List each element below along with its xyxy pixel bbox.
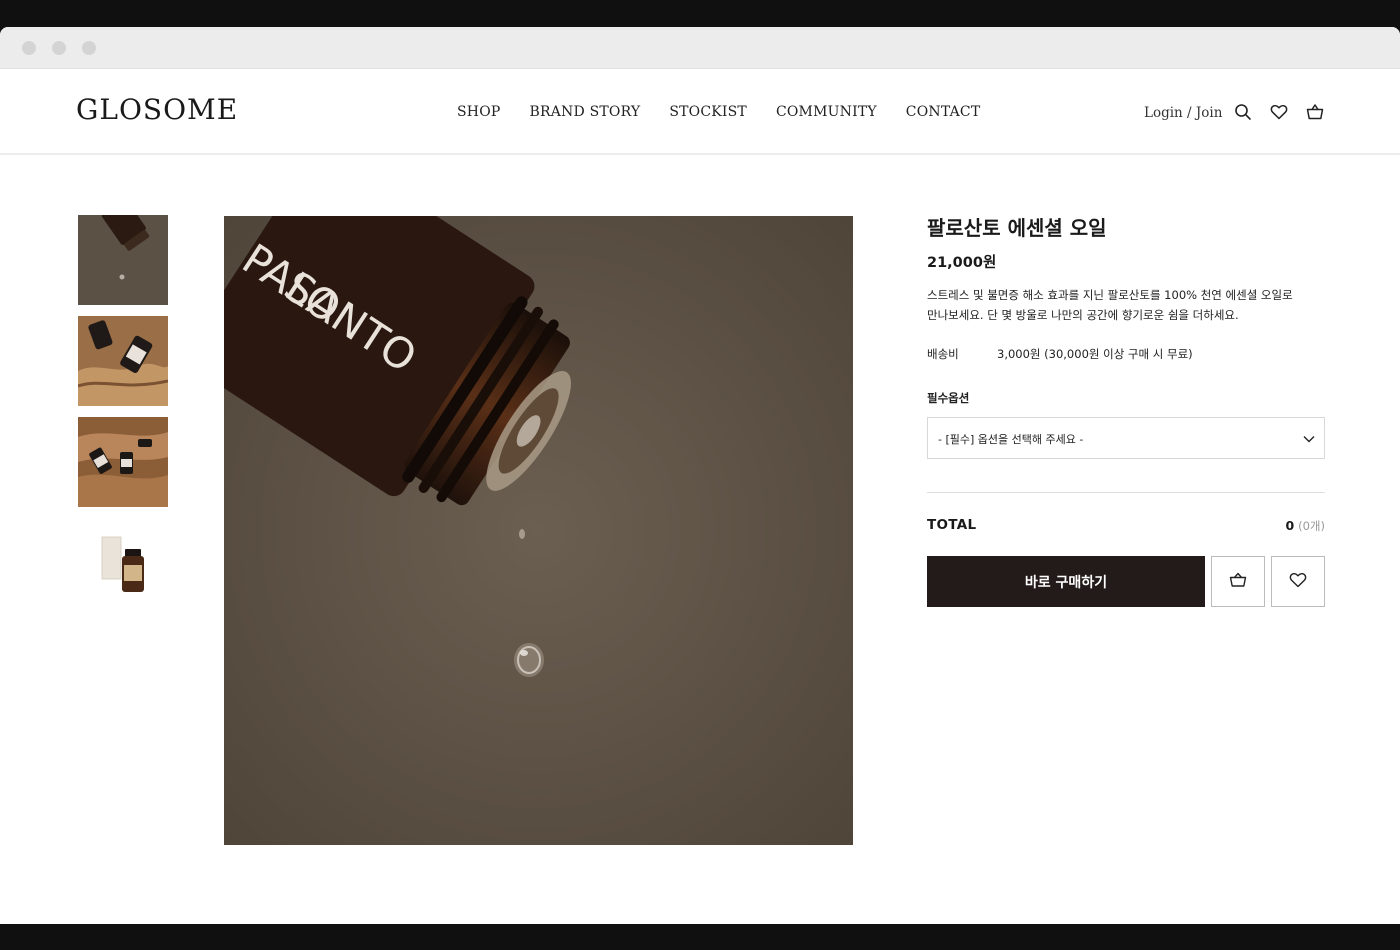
wishlist-button[interactable] (1271, 556, 1325, 607)
login-join-link[interactable]: Login / Join (1144, 105, 1222, 121)
nav-brand-story[interactable]: BRAND STORY (530, 104, 641, 120)
site-header: GLOSOME SHOP BRAND STORY STOCKIST COMMUN… (0, 69, 1400, 155)
browser-toolbar (0, 27, 1400, 69)
heart-icon[interactable] (1269, 102, 1289, 122)
nav-contact[interactable]: CONTACT (906, 104, 981, 120)
add-to-cart-button[interactable] (1211, 556, 1265, 607)
nav-stockist[interactable]: STOCKIST (669, 104, 747, 120)
product-main-image: PALO SANTO (224, 216, 853, 845)
thumbnail-3[interactable] (78, 417, 168, 507)
shipping-value: 3,000원 (30,000원 이상 구매 시 무료) (997, 347, 1193, 361)
thumbnail-2[interactable] (78, 316, 168, 406)
buy-now-button[interactable]: 바로 구매하기 (927, 556, 1205, 607)
nav-community[interactable]: COMMUNITY (776, 104, 877, 120)
main-nav: SHOP BRAND STORY STOCKIST COMMUNITY CONT… (457, 104, 980, 120)
total-count: (0개) (1298, 519, 1325, 533)
browser-window: GLOSOME SHOP BRAND STORY STOCKIST COMMUN… (0, 27, 1400, 924)
product-price: 21,000원 (927, 255, 997, 271)
thumbnail-4[interactable] (78, 518, 168, 608)
search-icon[interactable] (1233, 102, 1253, 122)
option-label: 필수옵션 (927, 391, 970, 405)
total-value: 0 (0개) (1285, 518, 1325, 534)
chevron-down-icon (1302, 431, 1316, 445)
basket-icon (1228, 570, 1248, 593)
total-amount: 0 (1285, 518, 1295, 533)
thumbnail-1[interactable] (78, 215, 168, 305)
window-dot-close[interactable] (22, 41, 36, 55)
product-title: 팔로산토 에센셜 오일 (927, 216, 1107, 240)
shipping-label: 배송비 (927, 347, 959, 361)
window-dot-maximize[interactable] (82, 41, 96, 55)
product-detail: PALO SANTO 팔로산토 에센셜 오일 21,000원 스트레스 및 불면… (0, 155, 1400, 923)
description-line-1: 스트레스 및 불면증 해소 효과를 지닌 팔로산토를 100% 천연 에센셜 오… (927, 288, 1293, 302)
option-select-value: - [필수] 옵션을 선택해 주세요 - (938, 433, 1084, 446)
description-line-2: 만나보세요. 단 몇 방울로 나만의 공간에 향기로운 쉼을 더하세요. (927, 308, 1239, 322)
option-select[interactable]: - [필수] 옵션을 선택해 주세요 - (927, 417, 1325, 459)
heart-icon (1288, 570, 1308, 593)
divider (927, 492, 1325, 493)
product-description: 스트레스 및 불면증 해소 효과를 지닌 팔로산토를 100% 천연 에센셜 오… (927, 285, 1297, 325)
brand-logo[interactable]: GLOSOME (76, 93, 238, 126)
cart-icon[interactable] (1305, 102, 1325, 122)
nav-shop[interactable]: SHOP (457, 104, 501, 120)
total-label: TOTAL (927, 517, 977, 533)
window-dot-minimize[interactable] (52, 41, 66, 55)
